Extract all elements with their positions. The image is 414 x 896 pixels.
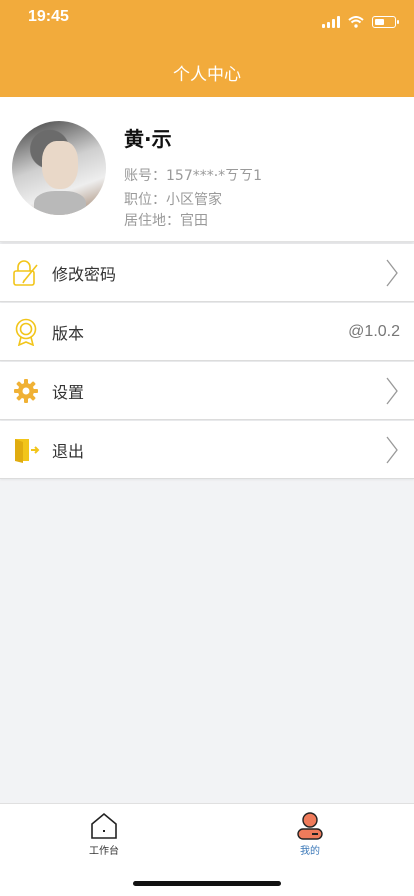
tab-mine[interactable]: 我的	[270, 812, 350, 857]
menu-label-settings: 设置	[52, 382, 85, 402]
tab-label-workbench: 工作台	[89, 846, 119, 857]
status-icons	[322, 16, 399, 28]
menu-item-settings[interactable]: 设置	[0, 362, 414, 420]
status-time: 19:45	[28, 8, 69, 25]
exit-door-icon	[15, 439, 40, 463]
profile-name: 黄·示	[124, 127, 172, 151]
home-indicator	[133, 881, 281, 886]
menu-item-change-password[interactable]: 修改密码	[0, 244, 414, 302]
avatar[interactable]	[12, 121, 106, 215]
menu-label-version: 版本	[52, 323, 85, 343]
profile-card[interactable]: 黄·示 账号：157***·*ㄎㄎ1 职位：小区管家 居住地：官田	[0, 97, 414, 242]
profile-account: 账号：157***·*ㄎㄎ1	[124, 168, 263, 184]
version-value: @1.0.2	[348, 322, 400, 340]
menu-label-logout: 退出	[52, 441, 85, 461]
screen: 19:45 个人中心 黄·示 账号：157***·*ㄎㄎ1 职位：小区管家 居住…	[0, 0, 414, 896]
menu-item-logout[interactable]: 退出	[0, 421, 414, 479]
profile-residence: 居住地：官田	[124, 213, 208, 229]
tab-label-mine: 我的	[300, 846, 320, 857]
profile-position: 职位：小区管家	[124, 192, 222, 208]
menu-label-change-password: 修改密码	[52, 264, 117, 284]
badge-icon	[15, 318, 37, 346]
menu-item-version: 版本 @1.0.2	[0, 303, 414, 361]
header-bar: 19:45 个人中心	[0, 0, 414, 97]
tab-workbench[interactable]: 工作台	[64, 812, 144, 857]
page-title: 个人中心	[173, 65, 241, 85]
chevron-right-icon	[386, 377, 398, 405]
lock-edit-icon	[13, 260, 38, 286]
chevron-right-icon	[386, 436, 398, 464]
signal-icon	[322, 16, 340, 28]
gear-icon	[14, 379, 38, 403]
settings-menu: 修改密码 版本 @1.0.2 设置 退出	[0, 244, 414, 480]
chevron-right-icon	[386, 259, 398, 287]
user-icon	[297, 812, 323, 840]
home-icon	[91, 812, 117, 839]
wifi-icon	[348, 16, 364, 28]
battery-icon	[372, 16, 399, 28]
